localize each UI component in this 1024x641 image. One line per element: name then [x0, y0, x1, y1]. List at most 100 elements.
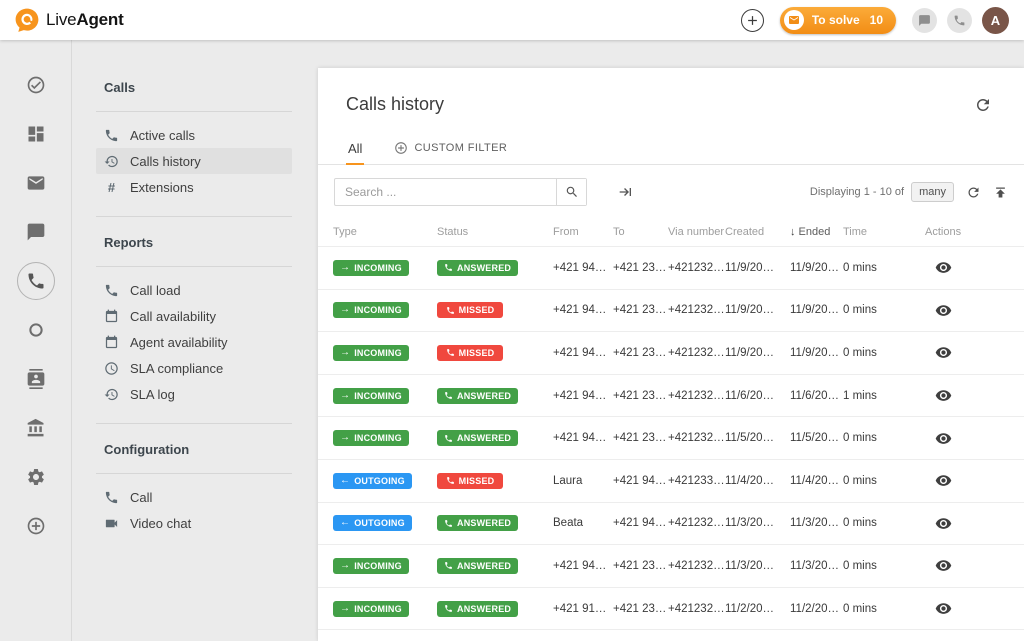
search-input[interactable] — [335, 179, 556, 205]
table-row[interactable]: →INCOMINGMISSED+421 94…+421 23…+421232…1… — [318, 332, 1024, 375]
rail-item-mail[interactable] — [17, 164, 55, 202]
column-header-from[interactable]: From — [553, 226, 613, 238]
gear-icon — [26, 467, 46, 487]
view-call-button[interactable] — [935, 387, 952, 404]
status-badge-answered: ANSWERED — [437, 515, 518, 531]
arrow-right-icon: → — [340, 305, 350, 315]
view-call-button[interactable] — [935, 344, 952, 361]
view-call-button[interactable] — [935, 259, 952, 276]
rail-item-contacts[interactable] — [17, 360, 55, 398]
column-header-ended[interactable]: ↓Ended — [790, 226, 843, 238]
from-cell: +421 94… — [553, 262, 613, 274]
tab-label: CUSTOM FILTER — [414, 142, 507, 154]
type-badge-label: INCOMING — [354, 391, 402, 401]
actions-cell — [925, 557, 1024, 574]
sidebar-item-sla-log[interactable]: SLA log — [96, 381, 292, 407]
tab-all[interactable]: All — [346, 132, 364, 164]
contacts-icon — [26, 369, 46, 389]
calls-button[interactable] — [947, 8, 972, 33]
view-call-button[interactable] — [935, 430, 952, 447]
rail-item-check-circle[interactable] — [17, 66, 55, 104]
column-header-time[interactable]: Time — [843, 226, 925, 238]
calls-history-panel: Calls history AllCUSTOM FILTER Displayin… — [318, 68, 1024, 641]
sidebar-item-call-availability[interactable]: Call availability — [96, 303, 292, 329]
status-badge-answered: ANSWERED — [437, 388, 518, 404]
column-header-label: Via number — [668, 226, 724, 238]
type-badge-label: INCOMING — [354, 433, 402, 443]
sidebar-item-sla-compliance[interactable]: SLA compliance — [96, 355, 292, 381]
table-row[interactable]: →INCOMINGMISSED+421 94…+421 23…+421232…1… — [318, 290, 1024, 333]
column-header-to[interactable]: To — [613, 226, 668, 238]
column-header-via-number[interactable]: Via number — [668, 226, 725, 238]
ended-cell: 11/3/20… — [790, 560, 843, 572]
table-row[interactable]: →INCOMINGANSWERED+421 94…+421 23…+421232… — [318, 545, 1024, 588]
time-cell: 0 mins — [843, 432, 925, 444]
rail-item-grid[interactable] — [17, 115, 55, 153]
view-call-button[interactable] — [935, 472, 952, 489]
create-button[interactable] — [741, 9, 764, 32]
type-cell: →INCOMING — [333, 388, 437, 404]
export-button[interactable] — [993, 185, 1008, 200]
avatar[interactable]: A — [982, 7, 1009, 34]
tab-custom-filter[interactable]: CUSTOM FILTER — [392, 132, 509, 164]
bank-icon — [26, 418, 46, 438]
rail-item-phone[interactable] — [17, 262, 55, 300]
sidebar-item-active-calls[interactable]: Active calls — [96, 122, 292, 148]
table-row[interactable]: →INCOMINGANSWERED+421 94…+421 23…+421232… — [318, 247, 1024, 290]
table-row[interactable]: →INCOMINGANSWERED+421 94…+421 23…+421232… — [318, 417, 1024, 460]
view-call-button[interactable] — [935, 515, 952, 532]
plus-icon — [745, 13, 760, 28]
view-call-button[interactable] — [935, 600, 952, 617]
rail-item-gear[interactable] — [17, 458, 55, 496]
refresh-list-button[interactable] — [966, 185, 981, 200]
page-size-selector[interactable]: many — [911, 182, 954, 202]
time-cell: 0 mins — [843, 517, 925, 529]
table-header-row: TypeStatusFromToVia numberCreated↓EndedT… — [318, 218, 1024, 247]
table-row[interactable]: →INCOMINGANSWERED+421 91…+421 23…+421232… — [318, 588, 1024, 631]
refresh-page-button[interactable] — [974, 96, 992, 114]
rail-item-bank[interactable] — [17, 409, 55, 447]
sidebar-item-calls-history[interactable]: Calls history — [96, 148, 292, 174]
rail-item-ring[interactable] — [17, 311, 55, 349]
sidebar-item-call[interactable]: Call — [96, 484, 292, 510]
liveagent-logo: LiveAgent — [14, 7, 124, 33]
sidebar-item-label: Agent availability — [130, 335, 228, 350]
sidebar-item-call-load[interactable]: Call load — [96, 277, 292, 303]
ring-icon — [26, 320, 46, 340]
forward-to-button[interactable] — [617, 184, 633, 200]
rail-item-chat[interactable] — [17, 213, 55, 251]
search-icon — [565, 185, 579, 199]
to-solve-button[interactable]: To solve 10 — [780, 7, 896, 34]
type-badge-incoming: →INCOMING — [333, 345, 409, 361]
search-button[interactable] — [556, 179, 586, 205]
to-cell: +421 23… — [613, 347, 668, 359]
table-row[interactable]: ←OUTGOINGANSWEREDBeata+421 94…+421232…11… — [318, 503, 1024, 546]
sidebar-item-video-chat[interactable]: Video chat — [96, 510, 292, 536]
status-badge-label: ANSWERED — [457, 263, 511, 273]
column-header-actions[interactable]: Actions — [925, 226, 1024, 238]
ended-cell: 11/6/20… — [790, 390, 843, 402]
eye-icon — [935, 259, 952, 276]
calendar-icon — [104, 309, 119, 324]
view-call-button[interactable] — [935, 302, 952, 319]
table-row[interactable]: →INCOMINGANSWERED+421 94…+421 23…+421232… — [318, 375, 1024, 418]
brand-name: LiveAgent — [46, 10, 124, 30]
chats-button[interactable] — [912, 8, 937, 33]
from-cell: +421 94… — [553, 432, 613, 444]
eye-icon — [935, 557, 952, 574]
chat-icon — [26, 222, 46, 242]
column-header-type[interactable]: Type — [333, 226, 437, 238]
table-row[interactable]: ←OUTGOINGMISSEDLaura+421 94…+421233…11/4… — [318, 460, 1024, 503]
sidebar-item-extensions[interactable]: #Extensions — [96, 174, 292, 200]
via-number-cell: +421233… — [668, 475, 725, 487]
rail-item-plus-circle[interactable] — [17, 507, 55, 545]
created-cell: 11/9/20… — [725, 347, 790, 359]
status-cell: ANSWERED — [437, 260, 553, 276]
status-badge-answered: ANSWERED — [437, 558, 518, 574]
column-header-status[interactable]: Status — [437, 226, 553, 238]
column-header-created[interactable]: Created — [725, 226, 790, 238]
view-call-button[interactable] — [935, 557, 952, 574]
sidebar-item-label: Active calls — [130, 128, 195, 143]
sidebar-item-agent-availability[interactable]: Agent availability — [96, 329, 292, 355]
status-cell: ANSWERED — [437, 388, 553, 404]
